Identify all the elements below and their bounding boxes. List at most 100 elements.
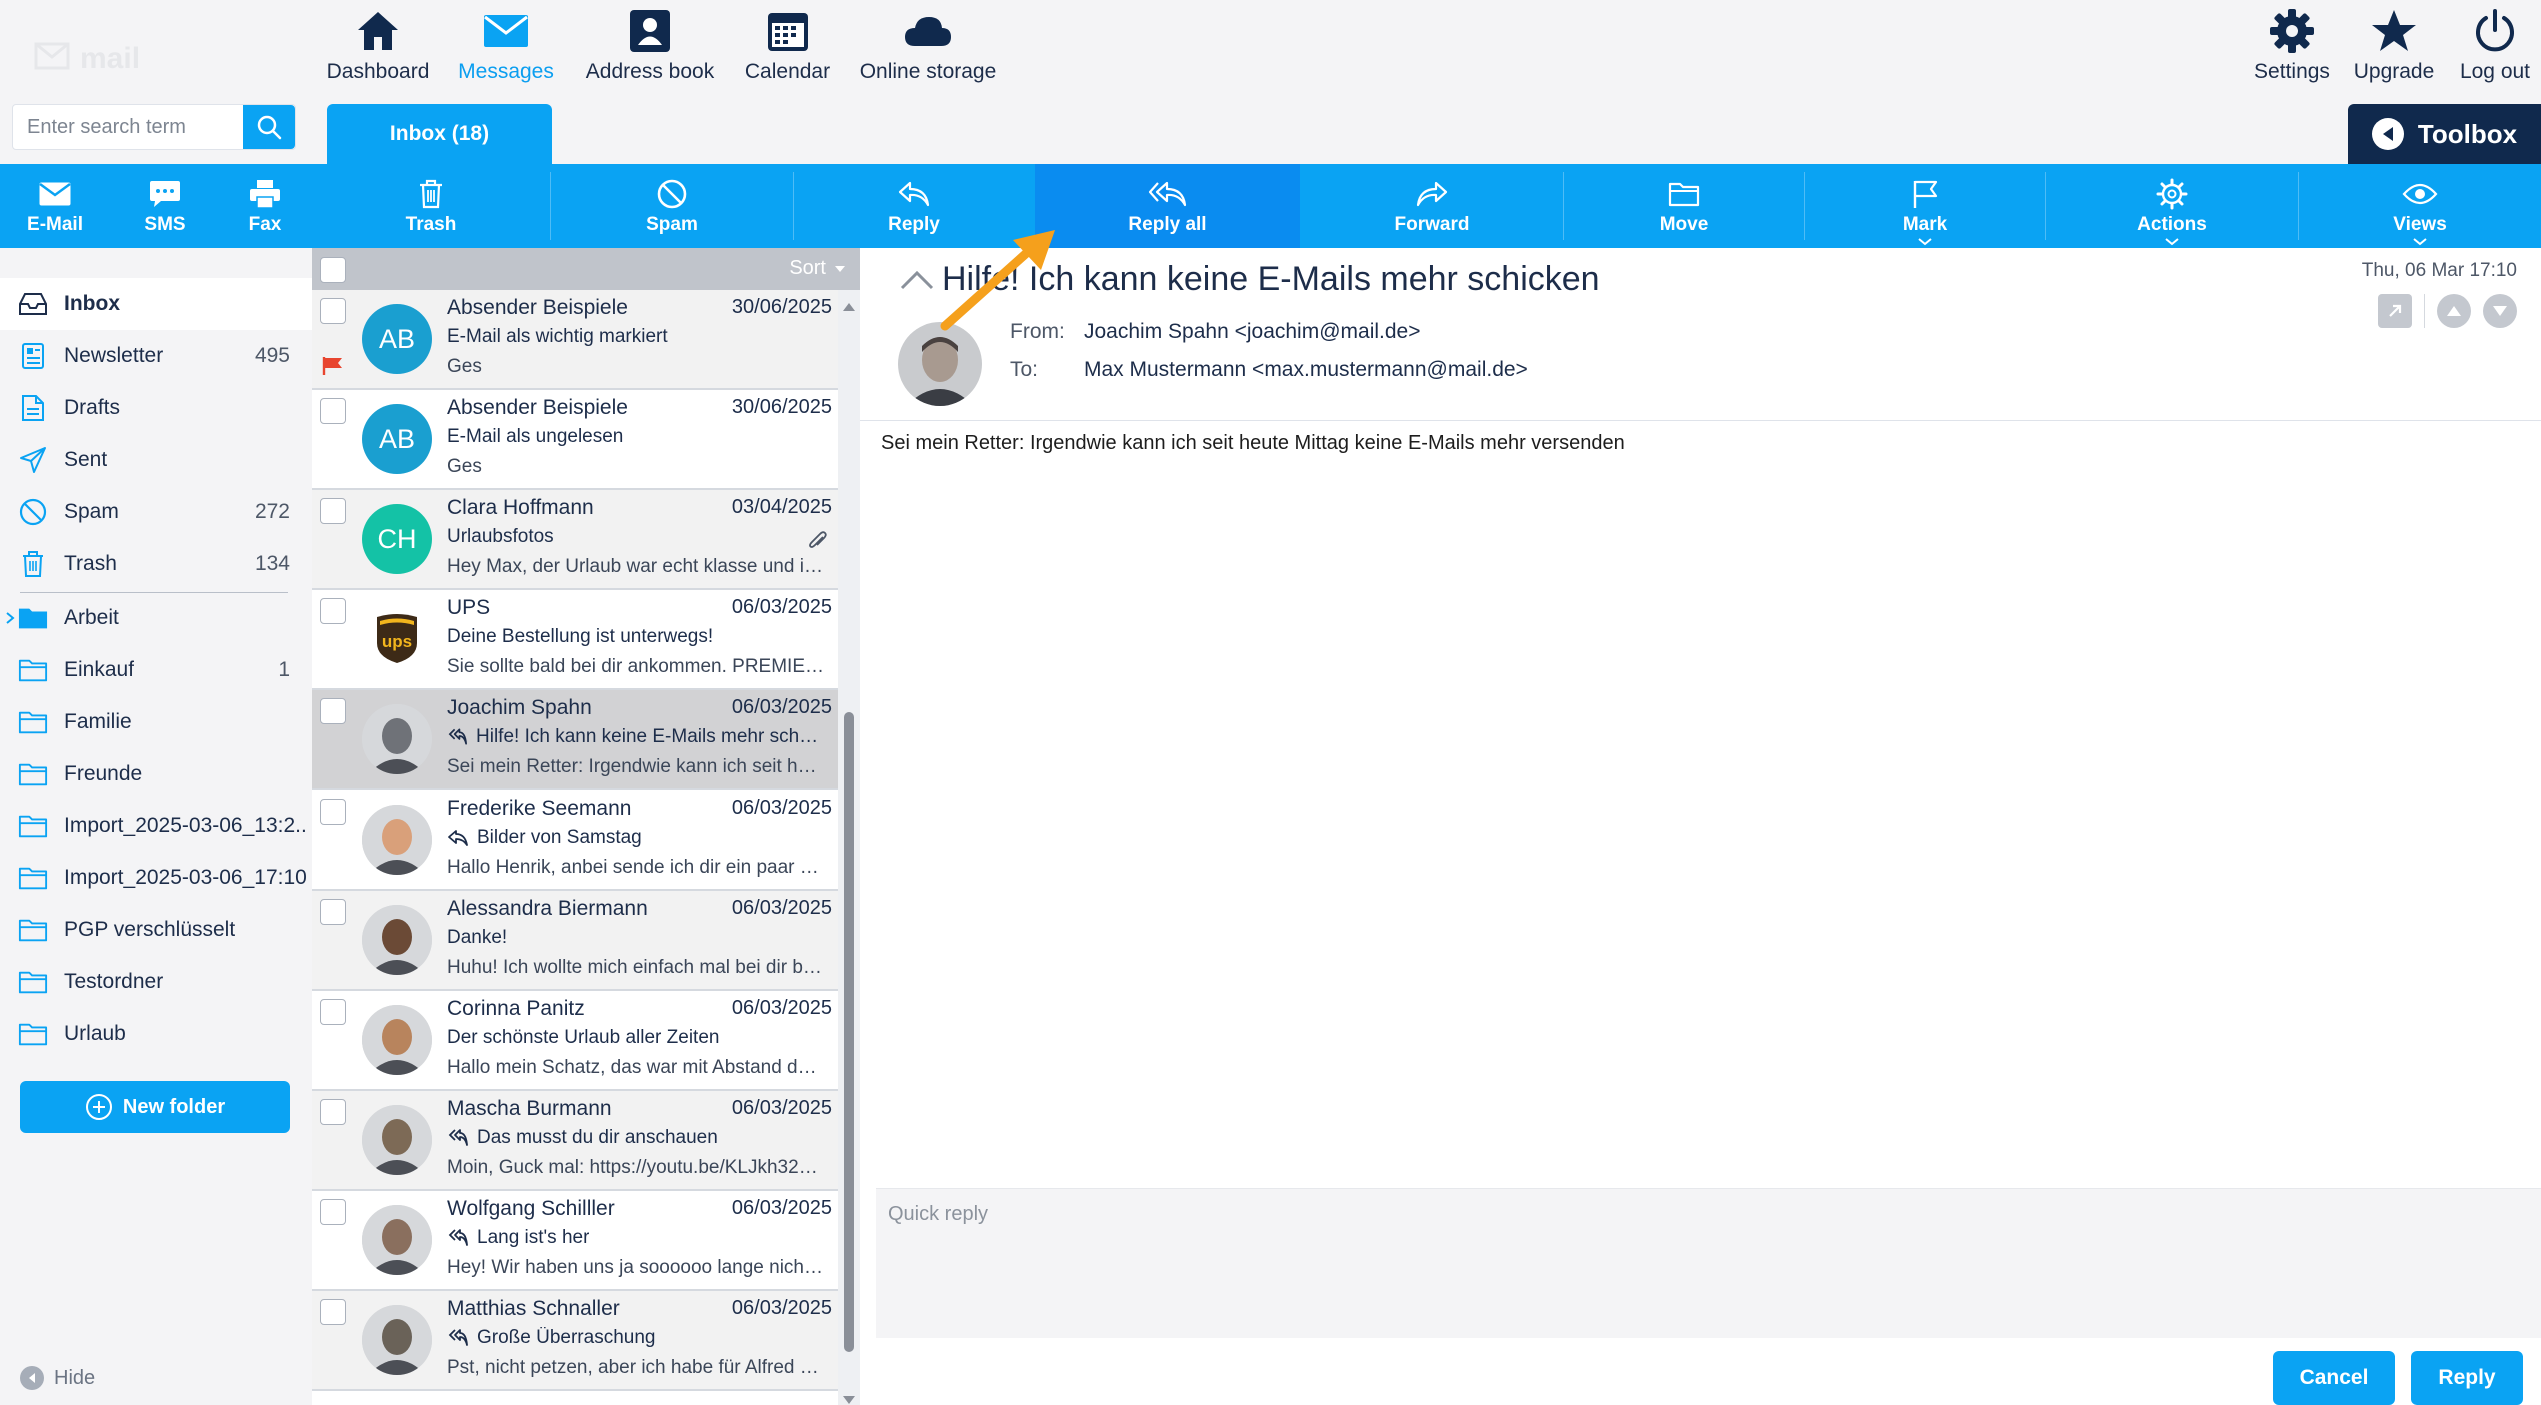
compose-email-button[interactable]: E-Mail [0,164,110,248]
nav-online-storage[interactable]: Online storage [858,0,998,100]
power-icon [2476,9,2514,52]
sidebar-item-familie[interactable]: Familie [0,696,312,748]
message-checkbox[interactable] [320,298,346,324]
message-checkbox[interactable] [320,598,346,625]
forward-button[interactable]: Forward [1300,164,1564,248]
mark-button[interactable]: Mark [1805,164,2045,248]
message-row[interactable]: Wolfgang Schilller 06/03/2025 Lang ist's h… [312,1191,838,1291]
sidebar-item-import-1[interactable]: Import_2025-03-06_13:2... [0,800,312,852]
reply-status-icon [448,829,468,846]
scrollbar-thumb[interactable] [844,712,854,1352]
message-checkbox[interactable] [320,498,346,525]
actions-label: Actions [2137,214,2207,235]
sidebar-item-trash[interactable]: Trash 134 [0,538,312,590]
nav-messages[interactable]: Messages [455,0,557,100]
reply-all-button[interactable]: Reply all [1035,164,1300,248]
flag-icon[interactable] [322,356,344,376]
message-row[interactable]: Joachim Spahn 06/03/2025 Hilfe! Ich kann k… [312,690,838,791]
scroll-up-icon[interactable] [842,302,856,312]
message-checkbox[interactable] [320,898,346,925]
hide-sidebar-button[interactable]: Hide [20,1366,95,1390]
quick-reply-input[interactable] [876,1189,2541,1338]
mail-logo: mail [28,24,198,84]
message-row[interactable]: Matthias Schnaller 06/03/2025 Große Überra… [312,1291,838,1391]
message-row[interactable]: ups UPS 06/03/2025 Deine Bestellung ist unt… [312,590,838,691]
message-checkbox[interactable] [320,698,346,725]
message-row[interactable]: Corinna Panitz 06/03/2025 Der schönste Url… [312,991,838,1091]
compose-fax-button[interactable]: Fax [220,164,310,248]
message-row[interactable]: Frederike Seemann 06/03/2025 Bilder von Sa… [312,791,838,891]
trash-button[interactable]: Trash [312,164,550,248]
nav-settings[interactable]: Settings [2252,0,2332,100]
sidebar-item-inbox[interactable]: Inbox [0,278,312,330]
flag-icon [1913,180,1938,208]
nav-logout-label: Log out [2459,60,2531,83]
avatar [362,1204,432,1275]
message-sender: Matthias Schnaller [447,1297,620,1320]
sort-dropdown[interactable]: Sort [789,257,846,280]
chevron-up-icon[interactable] [900,270,934,290]
sidebar-item-newsletter[interactable]: Newsletter 495 [0,330,312,382]
nav-upgrade[interactable]: Upgrade [2354,0,2434,100]
sidebar-item-drafts[interactable]: Drafts [0,382,312,434]
actions-button[interactable]: Actions [2046,164,2298,248]
message-checkbox[interactable] [320,398,346,425]
sort-label: Sort [789,257,826,279]
move-button[interactable]: Move [1564,164,1804,248]
previous-message-button[interactable] [2437,294,2471,328]
sidebar-item-testordner[interactable]: Testordner [0,956,312,1008]
sidebar-item-spam[interactable]: Spam 272 [0,486,312,538]
toolbox-button[interactable]: Toolbox [2348,104,2541,164]
scroll-down-icon[interactable] [842,1395,856,1405]
message-subject: Hilfe! Ich kann keine E-Mails mehr schic… [447,726,822,748]
search-button[interactable] [243,105,295,149]
to-address[interactable]: Max Mustermann <max.mustermann@mail.de> [1084,358,1528,382]
sidebar-item-label: Import_2025-03-06_17:10... [64,866,308,889]
message-checkbox[interactable] [320,998,346,1025]
external-link-icon [2389,304,2402,317]
views-button[interactable]: Views [2299,164,2541,248]
tab-inbox[interactable]: Inbox (18) [327,104,552,164]
chevron-down-icon [2413,238,2427,246]
nav-dashboard[interactable]: Dashboard [327,0,429,100]
nav-calendar[interactable]: Calendar [740,0,835,100]
sidebar-item-pgp[interactable]: PGP verschlüsselt [0,904,312,956]
list-scrollbar[interactable] [838,290,860,1405]
block-icon [19,498,47,526]
message-row[interactable]: AB Absender Beispiele 30/06/2025 E-Mail als… [312,290,838,390]
sidebar-item-arbeit[interactable]: Arbeit [0,592,312,644]
spam-button[interactable]: Spam [551,164,793,248]
triangle-up-icon [2447,306,2461,316]
sidebar-item-urlaub[interactable]: Urlaub [0,1008,312,1060]
message-date: 06/03/2025 [731,596,832,619]
sidebar-item-label: Einkauf [64,658,135,681]
from-address[interactable]: Joachim Spahn <joachim@mail.de> [1084,320,1421,344]
nav-address-book[interactable]: Address book [580,0,720,100]
chevron-right-icon[interactable] [5,611,15,625]
sidebar-item-import-2[interactable]: Import_2025-03-06_17:10... [0,852,312,904]
message-checkbox[interactable] [320,1098,346,1125]
nav-logout[interactable]: Log out [2455,0,2535,100]
message-checkbox[interactable] [320,798,346,825]
next-message-button[interactable] [2483,294,2517,328]
message-checkbox[interactable] [320,1299,346,1325]
icon-divider [2424,294,2425,328]
compose-sms-button[interactable]: SMS [110,164,220,248]
message-row[interactable]: CH Clara Hoffmann 03/04/2025 Urlaubsfotos He… [312,490,838,591]
avatar: AB [362,404,432,475]
reply-all-label: Reply all [1128,214,1207,235]
search-input[interactable] [13,105,245,149]
cancel-button[interactable]: Cancel [2273,1351,2395,1405]
sidebar-item-einkauf[interactable]: Einkauf 1 [0,644,312,696]
message-row[interactable]: Alessandra Biermann 06/03/2025 Danke! Huhu!… [312,890,838,991]
message-row[interactable]: Mascha Burmann 06/03/2025 Das musst du dir… [312,1090,838,1191]
new-folder-button[interactable]: New folder [20,1081,290,1133]
select-all-checkbox[interactable] [320,257,346,283]
message-preview: Hey! Wir haben uns ja soooooo lange nich… [447,1256,827,1278]
open-external-button[interactable] [2378,294,2412,328]
reply-send-button[interactable]: Reply [2411,1351,2523,1405]
sidebar-item-freunde[interactable]: Freunde [0,748,312,800]
message-checkbox[interactable] [320,1198,346,1225]
sidebar-item-sent[interactable]: Sent [0,434,312,486]
message-row[interactable]: AB Absender Beispiele 30/06/2025 E-Mail als… [312,390,838,491]
